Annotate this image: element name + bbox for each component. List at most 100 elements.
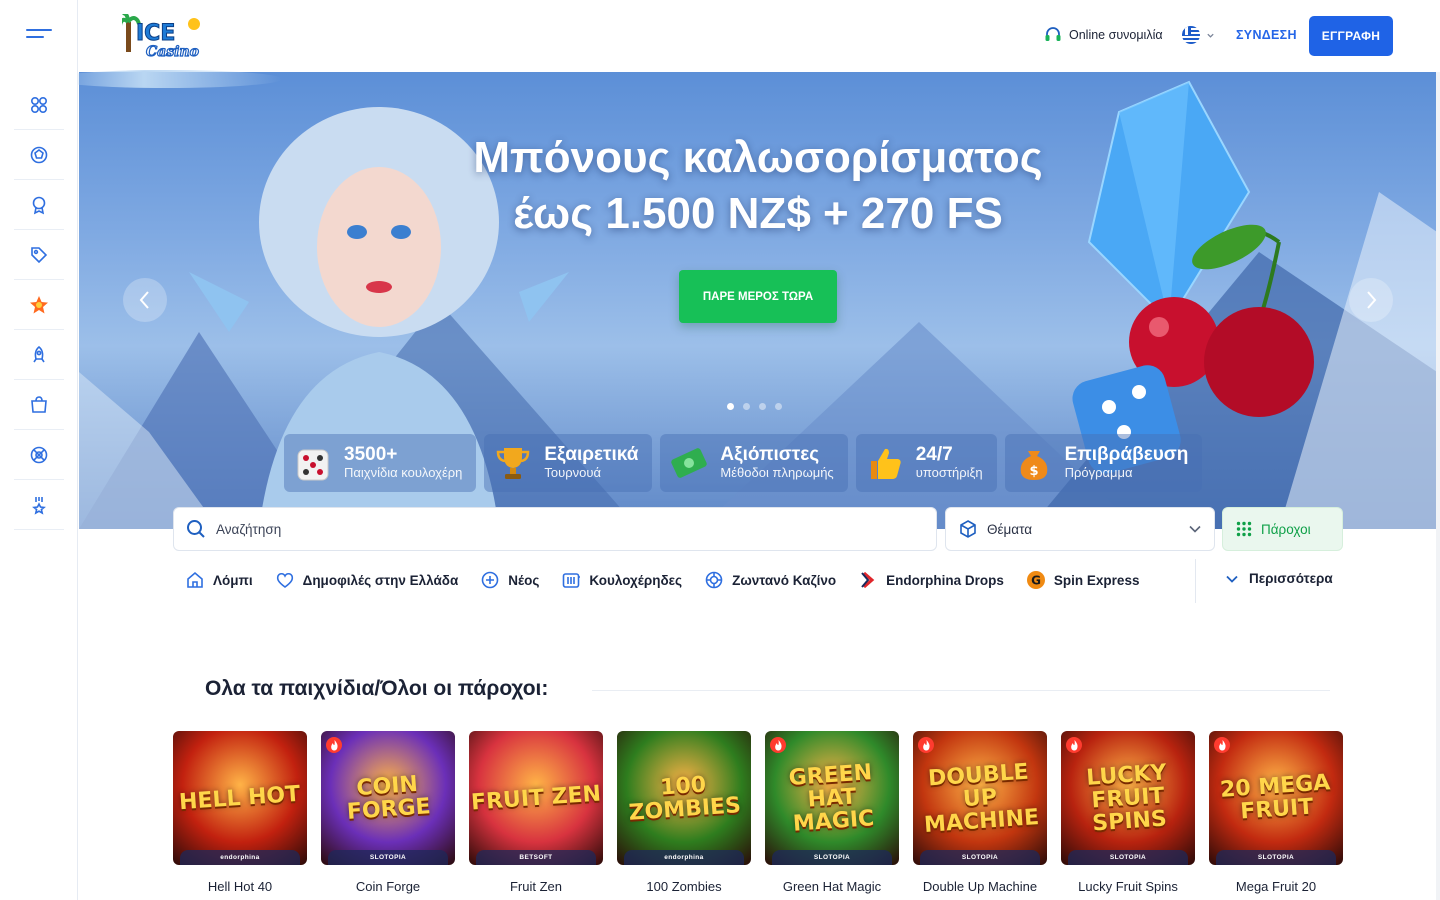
providers-button[interactable]: Πάροχοι: [1222, 507, 1343, 551]
sidebar: [0, 0, 78, 900]
slide-dot[interactable]: [743, 403, 750, 410]
game-card[interactable]: GREEN HAT MAGIC SLOTOPIA Green Hat Magic: [765, 731, 899, 894]
game-card[interactable]: 100 ZOMBIES endorphina 100 Zombies: [617, 731, 751, 894]
slide-dot[interactable]: [727, 403, 734, 410]
menu-icon[interactable]: [26, 24, 52, 48]
register-button[interactable]: ΕΓΓΡΑΦΗ: [1309, 16, 1393, 56]
game-name: Lucky Fruit Spins: [1078, 879, 1178, 894]
greece-flag-icon: [1182, 26, 1200, 44]
sidebar-item-grid[interactable]: [14, 80, 64, 130]
live-casino-icon: [30, 446, 48, 463]
chevron-right-icon: [1367, 291, 1377, 309]
chevron-down-icon: [1226, 575, 1238, 583]
game-thumbnail[interactable]: HELL HOT endorphina: [173, 731, 307, 865]
game-thumbnail[interactable]: FRUIT ZEN BETSOFT: [469, 731, 603, 865]
sidebar-item-shop[interactable]: [14, 380, 64, 430]
category-spin-express[interactable]: G Spin Express: [1026, 570, 1139, 590]
join-now-button[interactable]: ΠΑΡΕ ΜΕΡΟΣ ΤΩΡΑ: [679, 270, 837, 323]
login-button[interactable]: ΣΥΝΔΕΣΗ: [1236, 28, 1297, 42]
game-thumbnail[interactable]: 100 ZOMBIES endorphina: [617, 731, 751, 865]
game-card[interactable]: COIN FORGE SLOTOPIA Coin Forge: [321, 731, 455, 894]
category-home[interactable]: Λόμπι: [185, 570, 253, 590]
chevron-down-icon: [1207, 33, 1214, 38]
provider-badge: endorphina: [180, 850, 300, 865]
grid-icon: [30, 96, 48, 113]
scrollbar[interactable]: [1436, 0, 1440, 900]
feature-money-bag: $ Επιβράβευση Πρόγραμμα: [1004, 434, 1203, 492]
slide-dot[interactable]: [775, 403, 782, 410]
search-input[interactable]: [216, 521, 896, 537]
game-art-title: 20 MEGA FRUIT: [1219, 770, 1332, 825]
feature-thumbs-up: 24/7 υποστήριξη: [855, 434, 997, 492]
dice-icon: [297, 449, 329, 481]
game-name: Green Hat Magic: [782, 879, 882, 894]
language-selector[interactable]: [1182, 26, 1215, 44]
game-thumbnail[interactable]: GREEN HAT MAGIC SLOTOPIA: [765, 731, 899, 865]
search-icon: [187, 520, 205, 538]
next-slide-button[interactable]: [1349, 278, 1393, 322]
trophy-star-icon: [32, 496, 46, 515]
tag-icon: [31, 246, 48, 263]
hot-badge-icon: [770, 737, 786, 753]
games-grid: HELL HOT endorphina Hell Hot 40 COIN FOR…: [173, 731, 1343, 894]
search-box[interactable]: [173, 507, 937, 551]
spin-express-icon: G: [1026, 571, 1045, 589]
sidebar-item-star-badge[interactable]: [14, 280, 64, 330]
heart-icon: [276, 572, 293, 588]
slots-icon: [563, 573, 581, 588]
sidebar-items: [14, 80, 64, 530]
providers-label: Πάροχοι: [1261, 521, 1311, 537]
star-badge-icon: [30, 295, 48, 313]
money-icon: [671, 448, 708, 478]
svg-text:Casino: Casino: [146, 44, 199, 60]
game-thumbnail[interactable]: LUCKY FRUIT SPINS SLOTOPIA: [1061, 731, 1195, 865]
feature-subtitle: Παιχνίδια κουλοχέρη: [344, 465, 463, 480]
game-name: Mega Fruit 20: [1235, 879, 1317, 894]
feature-subtitle: Τουρνουά: [544, 465, 601, 480]
category-label: Endorphina Drops: [886, 572, 1004, 588]
category-heart[interactable]: Δημοφιλές στην Ελλάδα: [275, 570, 458, 590]
thumbs-up-icon: [870, 448, 901, 479]
game-card[interactable]: HELL HOT endorphina Hell Hot 40: [173, 731, 307, 894]
game-art-title: HELL HOT: [178, 781, 302, 815]
logo[interactable]: ICE Casino: [52, 11, 282, 88]
feature-title: Επιβράβευση: [1064, 444, 1189, 465]
more-categories-button[interactable]: Περισσότερα: [1225, 571, 1333, 586]
game-art-title: 100 ZOMBIES: [627, 772, 742, 826]
category-plus-circle[interactable]: Νέος: [480, 570, 539, 590]
hero-banner: Μπόνους καλωσορίσματος έως 1.500 NZ$ + 2…: [79, 72, 1437, 529]
game-card[interactable]: 20 MEGA FRUIT SLOTOPIA Mega Fruit 20: [1209, 731, 1343, 894]
sidebar-item-tag[interactable]: [14, 230, 64, 280]
divider: [592, 690, 1330, 691]
category-nav: Λόμπι Δημοφιλές στην Ελλάδα Νέος Κουλοχέρηδ…: [173, 559, 1343, 603]
header: ICE Casino Online συνομιλία ΣΥΝΔΕΣΗ ΕΓΓΡ…: [52, 0, 1440, 88]
game-card[interactable]: LUCKY FRUIT SPINS SLOTOPIA Lucky Fruit S…: [1061, 731, 1195, 894]
sidebar-item-medal[interactable]: [14, 180, 64, 230]
sidebar-item-rocket[interactable]: [14, 330, 64, 380]
svg-text:$: $: [1029, 464, 1038, 479]
category-chip[interactable]: Ζωντανό Καζίνο: [704, 570, 836, 590]
game-card[interactable]: FRUIT ZEN BETSOFT Fruit Zen: [469, 731, 603, 894]
sidebar-item-sports-ball[interactable]: [14, 130, 64, 180]
themes-dropdown[interactable]: Θέματα: [945, 507, 1215, 551]
online-chat-button[interactable]: Online συνομιλία: [1044, 26, 1163, 44]
feature-title: 3500+: [344, 444, 398, 465]
game-thumbnail[interactable]: COIN FORGE SLOTOPIA: [321, 731, 455, 865]
game-card[interactable]: DOUBLE UP MACHINE SLOTOPIA Double Up Mac…: [913, 731, 1047, 894]
category-label: Λόμπι: [213, 572, 253, 588]
game-art-title: FRUIT ZEN: [470, 780, 602, 816]
headset-icon: [1045, 27, 1061, 41]
category-slots[interactable]: Κουλοχέρηδες: [561, 570, 682, 590]
prev-slide-button[interactable]: [123, 278, 167, 322]
game-thumbnail[interactable]: DOUBLE UP MACHINE SLOTOPIA: [913, 731, 1047, 865]
category-endorphina[interactable]: Endorphina Drops: [858, 570, 1004, 590]
sidebar-item-live-casino[interactable]: [14, 430, 64, 480]
game-thumbnail[interactable]: 20 MEGA FRUIT SLOTOPIA: [1209, 731, 1343, 865]
money-bag-icon: $: [1020, 451, 1047, 480]
themes-label: Θέματα: [987, 521, 1033, 537]
svg-text:G: G: [1031, 574, 1041, 588]
slide-dot[interactable]: [759, 403, 766, 410]
slide-dots: [727, 403, 782, 410]
sidebar-item-trophy-star[interactable]: [14, 480, 64, 530]
category-label: Νέος: [508, 572, 540, 588]
